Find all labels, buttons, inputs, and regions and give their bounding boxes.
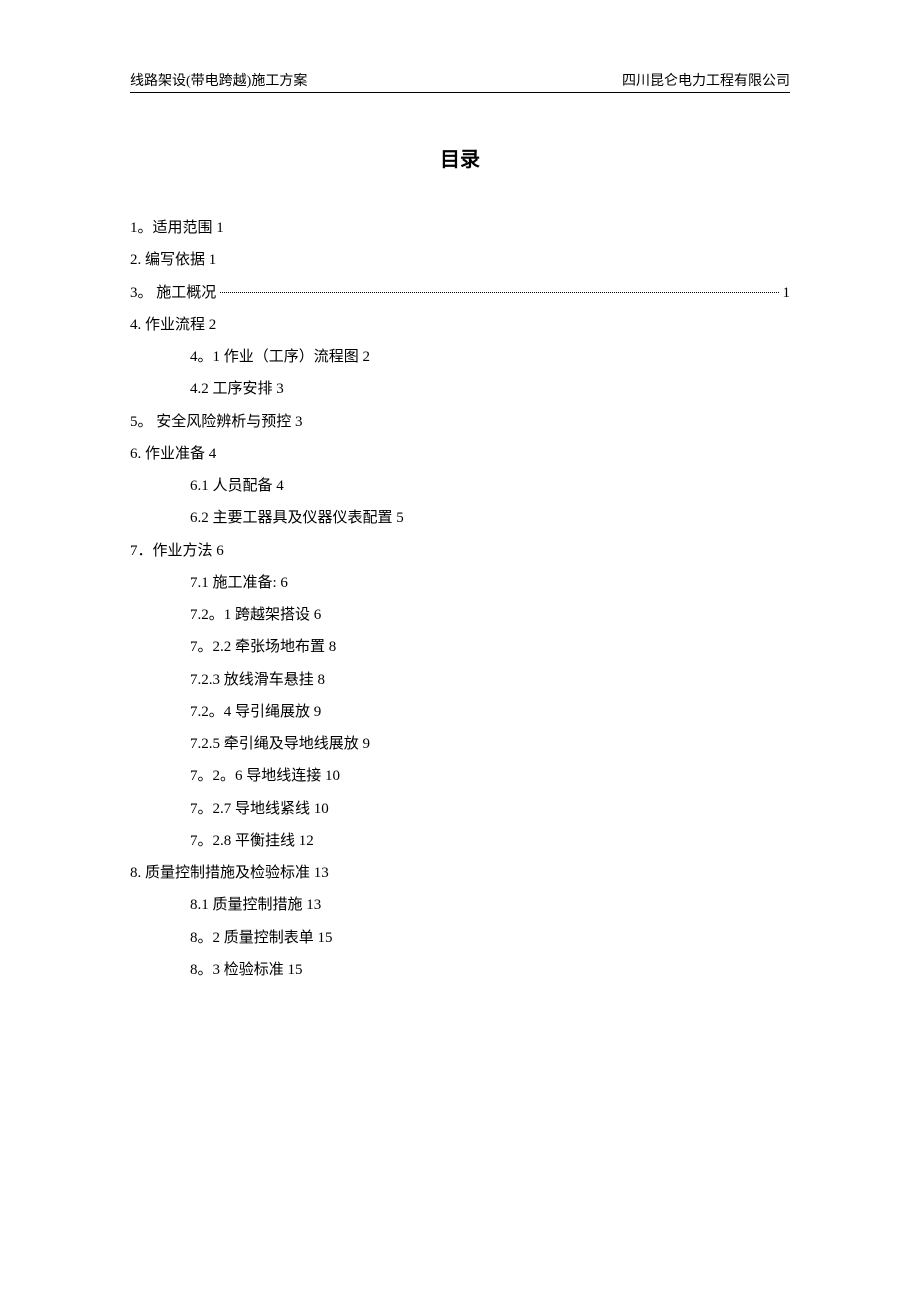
toc-subentry: 7。2。6 导地线连接 10	[130, 760, 790, 792]
toc-title: 目录	[130, 143, 790, 172]
toc-subentry: 8.1 质量控制措施 13	[130, 889, 790, 921]
toc-entry: 3。 施工概况 1	[130, 277, 790, 309]
header-right-text: 四川昆仑电力工程有限公司	[622, 70, 790, 90]
toc-subentry: 6.2 主要工器具及仪器仪表配置 5	[130, 502, 790, 534]
toc-entry: 6. 作业准备 4	[130, 438, 790, 470]
document-page: 线路架设(带电跨越)施工方案 四川昆仑电力工程有限公司 目录 1。适用范围 1 …	[0, 0, 920, 986]
page-header: 线路架设(带电跨越)施工方案 四川昆仑电力工程有限公司	[130, 70, 790, 93]
toc-subentry: 7.2.3 放线滑车悬挂 8	[130, 664, 790, 696]
toc-subentry: 7.1 施工准备: 6	[130, 567, 790, 599]
toc-leader-dots	[220, 292, 778, 293]
table-of-contents: 1。适用范围 1 2. 编写依据 1 3。 施工概况 1 4. 作业流程 2 4…	[130, 212, 790, 986]
toc-subentry: 7.2.5 牵引绳及导地线展放 9	[130, 728, 790, 760]
toc-entry: 5。 安全风险辨析与预控 3	[130, 406, 790, 438]
toc-subentry: 7。2.2 牵张场地布置 8	[130, 631, 790, 663]
toc-entry: 4. 作业流程 2	[130, 309, 790, 341]
toc-entry-page: 1	[783, 277, 791, 309]
toc-entry: 8. 质量控制措施及检验标准 13	[130, 857, 790, 889]
toc-subentry: 8。3 检验标准 15	[130, 954, 790, 986]
header-left-text: 线路架设(带电跨越)施工方案	[130, 70, 307, 90]
toc-entry: 1。适用范围 1	[130, 212, 790, 244]
toc-subentry: 7。2.8 平衡挂线 12	[130, 825, 790, 857]
toc-subentry: 4.2 工序安排 3	[130, 373, 790, 405]
toc-subentry: 7。2.7 导地线紧线 10	[130, 793, 790, 825]
toc-subentry: 8。2 质量控制表单 15	[130, 922, 790, 954]
toc-subentry: 4。1 作业（工序）流程图 2	[130, 341, 790, 373]
toc-entry: 7．作业方法 6	[130, 535, 790, 567]
toc-entry-label: 3。 施工概况	[130, 277, 216, 309]
toc-entry: 2. 编写依据 1	[130, 244, 790, 276]
toc-subentry: 7.2。4 导引绳展放 9	[130, 696, 790, 728]
toc-subentry: 6.1 人员配备 4	[130, 470, 790, 502]
toc-subentry: 7.2。1 跨越架搭设 6	[130, 599, 790, 631]
